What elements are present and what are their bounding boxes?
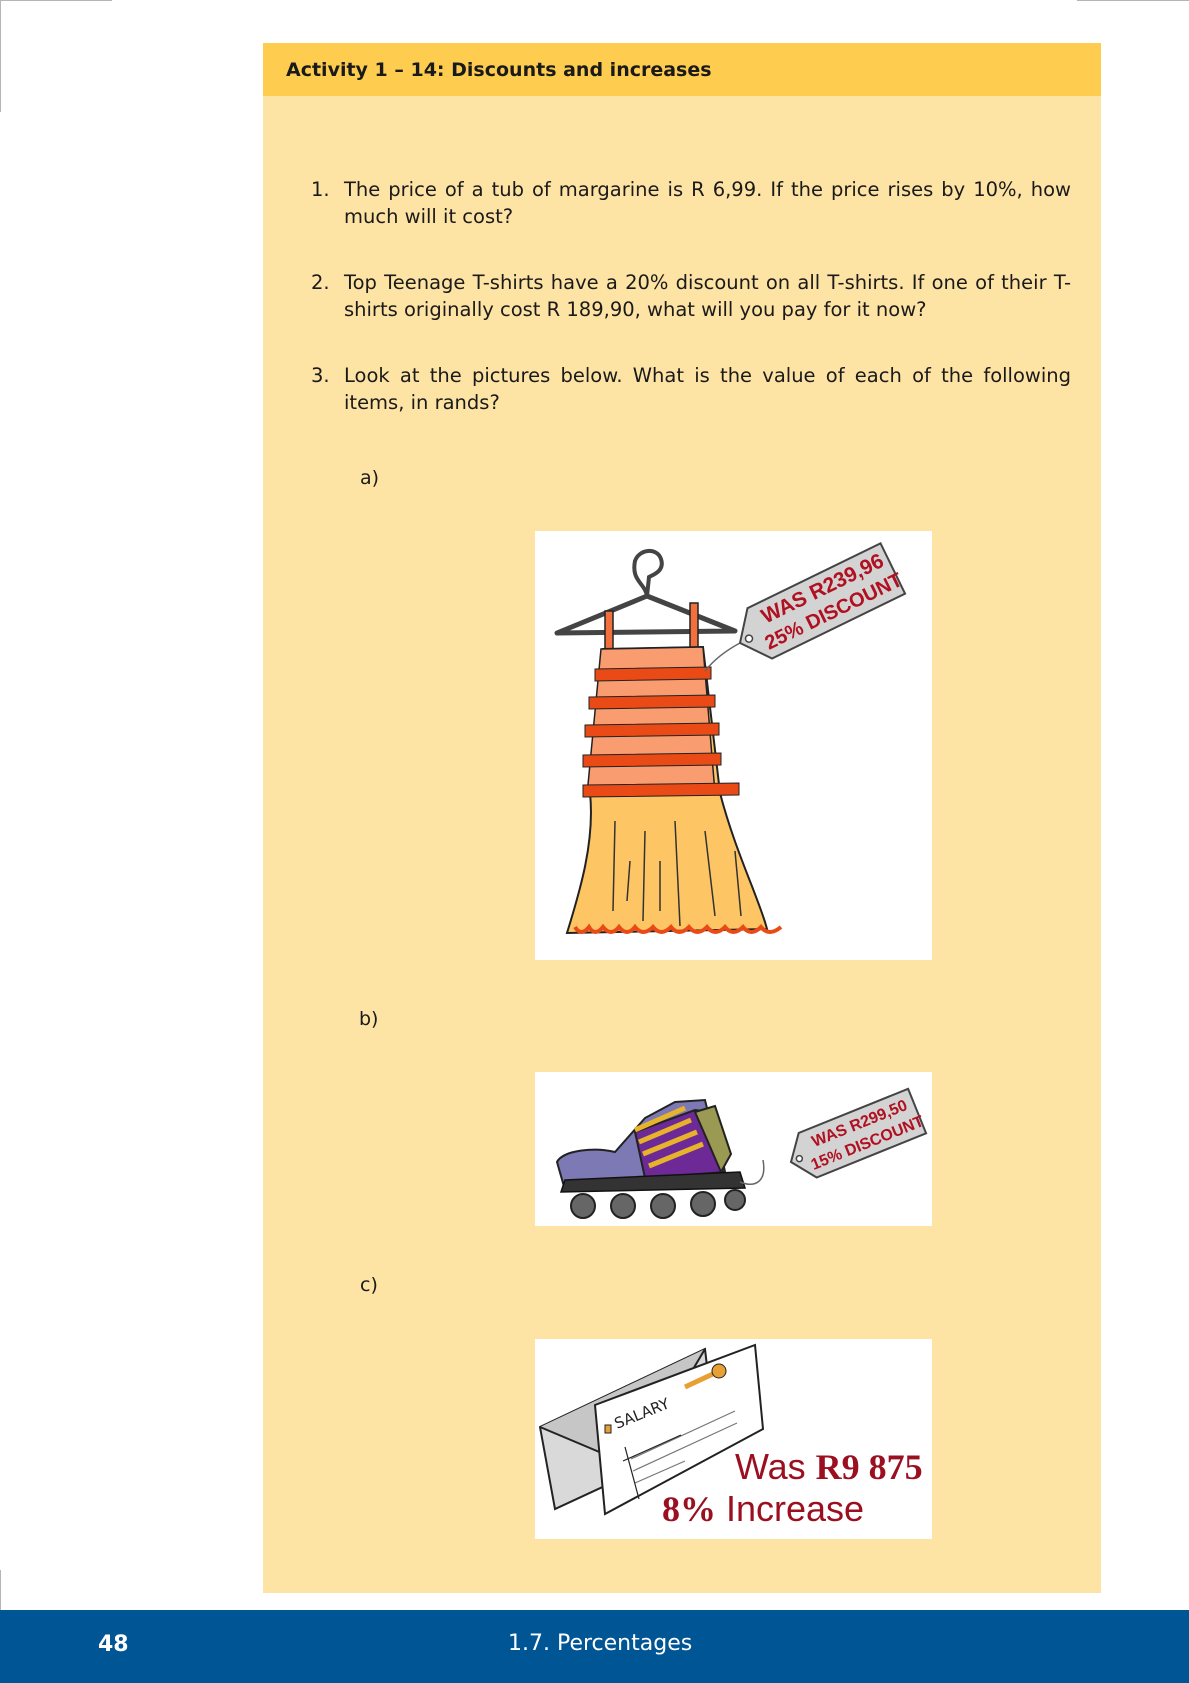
crop-mark <box>0 1570 1 1610</box>
section-title: 1.7. Percentages <box>508 1631 693 1656</box>
salary-illustration: SALARY Was R9 875 8% Increase <box>535 1339 932 1539</box>
item-label-c: c) <box>360 1274 378 1296</box>
dress-icon <box>565 602 783 935</box>
rollerblade-illustration: WAS R299,50 15% DISCOUNT <box>535 1072 932 1226</box>
price-tag-icon: WAS R299,50 15% DISCOUNT <box>789 1087 928 1179</box>
question-text: Top Teenage T-shirts have a 20% discount… <box>344 271 1071 321</box>
was-amount: R9 875 <box>816 1447 923 1487</box>
crop-mark <box>1077 0 1189 1</box>
dress-illustration: WAS R239,96 25% DISCOUNT <box>535 531 932 960</box>
question-number: 3. <box>311 364 330 387</box>
item-label-a: a) <box>360 467 380 489</box>
question-number: 2. <box>311 271 330 294</box>
salary-increase-line: 8% Increase <box>662 1488 864 1529</box>
was-prefix: Was <box>735 1446 816 1487</box>
price-tag-icon: WAS R239,96 25% DISCOUNT <box>738 541 907 660</box>
hanger-icon <box>554 549 738 636</box>
crop-mark <box>0 0 1 112</box>
question-text: Look at the pictures below. What is the … <box>344 364 1071 414</box>
rollerblade-icon <box>555 1098 747 1219</box>
salary-was-line: Was R9 875 <box>735 1446 923 1487</box>
question-2: 2. Top Teenage T-shirts have a 20% disco… <box>311 269 1071 323</box>
question-text: The price of a tub of margarine is R 6,9… <box>344 178 1071 228</box>
item-label-b: b) <box>359 1008 379 1030</box>
activity-title: Activity 1 – 14: Discounts and increases <box>263 43 1101 96</box>
question-3: 3. Look at the pictures below. What is t… <box>311 362 1071 416</box>
page-footer: 48 1.7. Percentages <box>0 1610 1189 1683</box>
question-number: 1. <box>311 178 330 201</box>
activity-box: Activity 1 – 14: Discounts and increases… <box>263 43 1101 1593</box>
increase-word: Increase <box>716 1488 864 1529</box>
increase-pct: 8% <box>662 1489 716 1529</box>
crop-mark <box>0 0 112 1</box>
page-number: 48 <box>98 1632 129 1657</box>
question-1: 1. The price of a tub of margarine is R … <box>311 176 1071 230</box>
